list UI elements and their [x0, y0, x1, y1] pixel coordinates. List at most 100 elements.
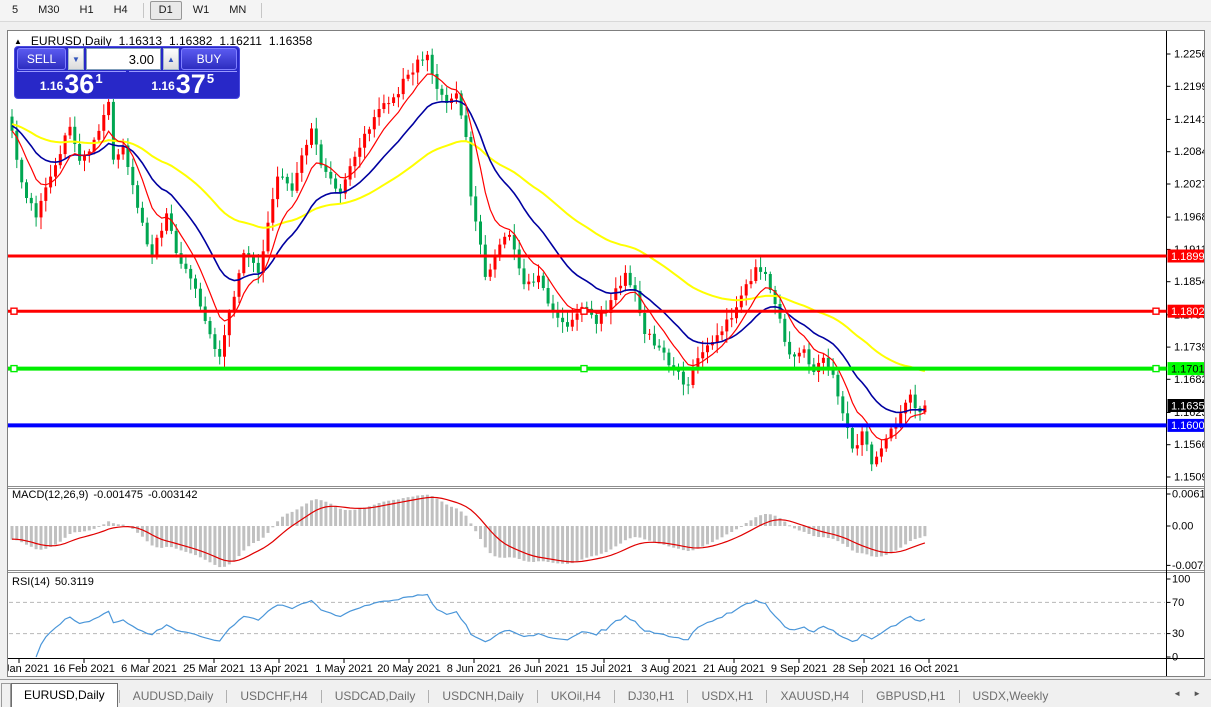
svg-text:1.19685: 1.19685 — [1174, 212, 1204, 224]
svg-text:1.16820: 1.16820 — [1174, 374, 1204, 386]
chart-tab-xauusd-h4[interactable]: XAUUSD,H4 — [768, 684, 861, 707]
chart-tab-usdcad-daily[interactable]: USDCAD,Daily — [323, 684, 428, 707]
chart-canvas[interactable]: 1.22565 1.21995 1.21410 1.20840 1.20270 1.196… — [8, 31, 1204, 676]
rsi-name: RSI(14) — [12, 576, 50, 588]
svg-text:100: 100 — [1172, 574, 1190, 586]
svg-text:1.15095: 1.15095 — [1174, 472, 1204, 484]
volume-increase-button[interactable]: ▲ — [163, 48, 179, 70]
chart-tab-usdx-weekly[interactable]: USDX,Weekly — [961, 684, 1061, 707]
rsi-indicator-title: RSI(14) 50.3119 — [12, 576, 94, 588]
chart-tab-audusd-daily[interactable]: AUDUSD,Daily — [121, 684, 226, 707]
chart-window: 1.22565 1.21995 1.21410 1.20840 1.20270 1.196… — [7, 30, 1205, 677]
tab-scroll-left-icon[interactable]: ◄ — [1173, 689, 1181, 698]
timeframe-toolbar: 5 M30 H1 H4 D1 W1 MN — [0, 0, 1211, 22]
bid-prefix: 1.16 — [39, 79, 64, 93]
svg-text:1.22565: 1.22565 — [1174, 49, 1204, 61]
timeframe-button-d1[interactable]: D1 — [149, 1, 182, 20]
chart-tabbar: EURUSD,Daily AUDUSD,Daily USDCHF,H4 USDCAD,… — [0, 679, 1211, 707]
svg-text:1.20840: 1.20840 — [1174, 146, 1204, 158]
svg-text:30: 30 — [1172, 628, 1184, 640]
bid-price-display[interactable]: 1.16 36 1 — [17, 69, 126, 99]
chart-tab-usdcnh-daily[interactable]: USDCNH,Daily — [430, 684, 535, 707]
ohlc-close: 1.16358 — [268, 34, 313, 48]
tab-separator — [766, 690, 768, 703]
svg-text:16 Oct 2021: 16 Oct 2021 — [899, 663, 959, 675]
macd-indicator-title: MACD(12,26,9) -0.001475 -0.003142 — [12, 489, 198, 501]
tab-separator — [536, 690, 538, 703]
ask-price-display[interactable]: 1.16 37 5 — [128, 69, 237, 99]
toolbar-separator — [142, 3, 144, 18]
svg-text:9 Sep 2021: 9 Sep 2021 — [771, 663, 827, 675]
svg-text:28 Jan 2021: 28 Jan 2021 — [8, 663, 49, 675]
timeframe-button-h1[interactable]: H1 — [71, 1, 103, 20]
svg-text:13 Apr 2021: 13 Apr 2021 — [249, 663, 308, 675]
svg-text:1.21995: 1.21995 — [1174, 81, 1204, 93]
chart-tab-eurusd-daily[interactable]: EURUSD,Daily — [11, 683, 118, 707]
bid-pip-digit: 1 — [95, 71, 103, 86]
tab-separator — [687, 690, 689, 703]
chart-tab-ukoil-h4[interactable]: UKOil,H4 — [539, 684, 613, 707]
macd-name: MACD(12,26,9) — [12, 489, 89, 501]
tab-scroll-arrows: ◄ ► — [1173, 689, 1201, 698]
volume-input[interactable] — [86, 48, 161, 70]
svg-text:1.18024: 1.18024 — [1171, 306, 1204, 318]
tabbar-edge-strip — [1, 683, 11, 707]
svg-text:1.16358: 1.16358 — [1171, 400, 1204, 412]
buy-button[interactable]: BUY — [181, 48, 237, 70]
chart-tab-gbpusd-h1[interactable]: GBPUSD,H1 — [864, 684, 957, 707]
svg-text:1.18545: 1.18545 — [1174, 276, 1204, 288]
svg-text:20 May 2021: 20 May 2021 — [377, 663, 441, 675]
toolbar-separator — [261, 3, 263, 18]
timeframe-button-w1[interactable]: W1 — [184, 1, 219, 20]
svg-text:1.17390: 1.17390 — [1174, 342, 1204, 354]
chart-tab-usdx-h1[interactable]: USDX,H1 — [689, 684, 765, 707]
svg-text:26 Jun 2021: 26 Jun 2021 — [509, 663, 570, 675]
svg-text:28 Sep 2021: 28 Sep 2021 — [833, 663, 895, 675]
ask-pip-digit: 5 — [206, 71, 215, 86]
chart-tab-usdchf-h4[interactable]: USDCHF,H4 — [228, 684, 319, 707]
svg-text:21 Aug 2021: 21 Aug 2021 — [703, 663, 765, 675]
svg-text:1.21410: 1.21410 — [1174, 114, 1204, 126]
chart-tab-dj30-h1[interactable]: DJ30,H1 — [616, 684, 687, 707]
bid-big-digits: 36 — [64, 69, 95, 99]
svg-text:1.15665: 1.15665 — [1174, 439, 1204, 451]
svg-text:16 Feb 2021: 16 Feb 2021 — [53, 663, 115, 675]
svg-text:25 Mar 2021: 25 Mar 2021 — [183, 663, 245, 675]
tab-separator — [428, 690, 430, 703]
rsi-value: 50.3119 — [54, 576, 94, 588]
svg-text:1.18998: 1.18998 — [1171, 251, 1204, 263]
one-click-trading-panel: SELL ▼ ▲ BUY 1.16 36 1 1.16 37 5 — [14, 46, 240, 99]
tab-separator — [613, 690, 615, 703]
sell-button[interactable]: SELL — [17, 48, 66, 70]
svg-text:0.00: 0.00 — [1172, 521, 1193, 533]
svg-text:0.006193: 0.006193 — [1172, 489, 1204, 501]
macd-main-value: -0.001475 — [93, 489, 143, 501]
svg-text:6 Mar 2021: 6 Mar 2021 — [121, 663, 177, 675]
svg-text:8 Jun 2021: 8 Jun 2021 — [447, 663, 501, 675]
svg-text:1.17010: 1.17010 — [1171, 363, 1204, 375]
tab-separator — [320, 690, 322, 703]
timeframe-button-m30[interactable]: M30 — [29, 1, 68, 20]
svg-text:70: 70 — [1172, 597, 1184, 609]
tab-separator — [862, 690, 864, 703]
tab-separator — [118, 690, 120, 703]
macd-signal-value: -0.003142 — [147, 489, 198, 501]
svg-text:1 May 2021: 1 May 2021 — [315, 663, 372, 675]
svg-text:1.16007: 1.16007 — [1171, 420, 1204, 432]
collapse-panel-icon[interactable]: ▲ — [14, 37, 22, 46]
timeframe-button-mn[interactable]: MN — [220, 1, 255, 20]
tab-separator — [226, 690, 228, 703]
mt4-terminal: { "toolbar": { "items": [ {"label": "5"}… — [0, 0, 1211, 707]
svg-text:15 Jul 2021: 15 Jul 2021 — [576, 663, 633, 675]
ask-big-digits: 37 — [175, 69, 206, 99]
tab-scroll-right-icon[interactable]: ► — [1193, 689, 1201, 698]
timeframe-button-h4[interactable]: H4 — [105, 1, 137, 20]
svg-text:0: 0 — [1172, 652, 1178, 664]
svg-text:1.20270: 1.20270 — [1174, 179, 1204, 191]
svg-text:3 Aug 2021: 3 Aug 2021 — [641, 663, 697, 675]
ask-prefix: 1.16 — [151, 79, 175, 93]
timeframe-button-5[interactable]: 5 — [3, 1, 27, 20]
volume-decrease-button[interactable]: ▼ — [68, 48, 84, 70]
tab-separator — [958, 690, 960, 703]
svg-text:-0.007621: -0.007621 — [1172, 560, 1204, 572]
